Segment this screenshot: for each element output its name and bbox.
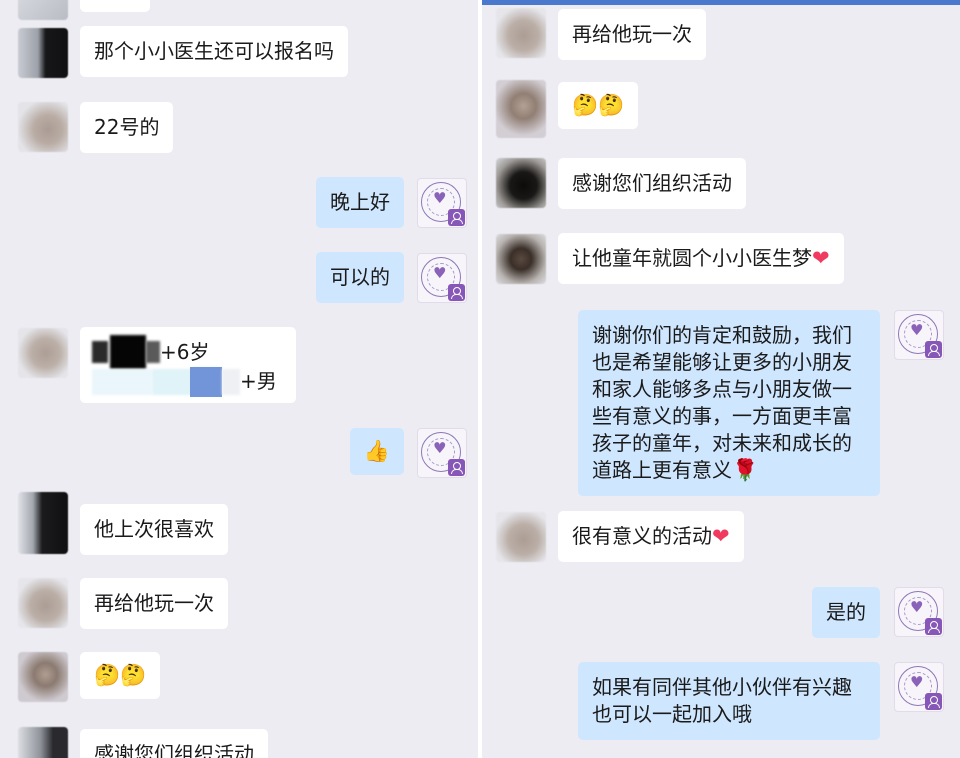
user-badge-icon — [448, 284, 465, 301]
contact-avatar[interactable] — [18, 492, 68, 554]
message-text: 是的 — [826, 600, 866, 624]
heart-icon: ♥ — [433, 189, 447, 207]
message-text: 再给他玩一次 — [94, 591, 214, 615]
redaction-block — [110, 335, 146, 369]
contact-avatar[interactable] — [496, 234, 546, 284]
message-bubble[interactable]: 让他童年就圆个小小医生梦❤ — [558, 233, 844, 284]
message-bubble[interactable]: 感谢您们组织活动 — [80, 729, 268, 758]
message-bubble-outgoing[interactable]: 如果有同伴其他小伙伴有兴趣 也可以一起加入哦 — [578, 662, 880, 740]
rose-icon: 🌹 — [732, 458, 759, 482]
contact-avatar[interactable] — [18, 578, 68, 628]
message-text-visible: +男 — [240, 369, 277, 393]
message-line: 些有意义的事，一方面更丰富 — [592, 404, 852, 428]
message-bubble[interactable]: 他上次很喜欢 — [80, 504, 228, 555]
chat-panel-right: 再给他玩一次 🤔🤔 感谢您们组织活动 让他童年就圆个小小医生梦❤ 谢谢你们的肯定… — [482, 0, 960, 758]
contact-avatar[interactable] — [18, 28, 68, 78]
top-accent-bar — [482, 0, 960, 5]
org-logo-avatar[interactable]: ♥ — [417, 428, 467, 478]
message-line: 如果有同伴其他小伙伴有兴趣 — [592, 675, 852, 699]
user-badge-icon — [925, 618, 942, 635]
message-text: 22号的 — [94, 115, 160, 139]
message-bubble-partial[interactable] — [80, 0, 150, 12]
contact-avatar[interactable] — [18, 0, 68, 20]
message-bubble[interactable]: 那个小小医生还可以报名吗 — [80, 26, 348, 77]
message-bubble[interactable]: 再给他玩一次 — [80, 578, 228, 629]
redaction-block — [92, 369, 152, 395]
thumbs-up-icon: 👍 — [363, 439, 390, 463]
contact-avatar[interactable] — [18, 727, 68, 758]
heart-icon: ♥ — [910, 321, 924, 339]
message-text: 再给他玩一次 — [572, 22, 692, 46]
message-bubble[interactable]: 感谢您们组织活动 — [558, 158, 746, 209]
thinking-face-icon: 🤔🤔 — [94, 663, 147, 687]
contact-avatar[interactable] — [18, 652, 68, 702]
redaction-block — [190, 367, 222, 397]
message-line: 和家人能够多点与小朋友做一 — [592, 377, 852, 401]
thinking-face-icon: 🤔🤔 — [572, 93, 625, 117]
redaction-block — [152, 369, 192, 395]
message-bubble[interactable]: 🤔🤔 — [558, 82, 639, 129]
redaction-block — [92, 341, 108, 363]
message-bubble-outgoing[interactable]: 👍 — [349, 428, 404, 475]
message-line: 也是希望能够让更多的小朋友 — [592, 350, 852, 374]
message-bubble[interactable]: 🤔🤔 — [80, 652, 161, 699]
contact-avatar[interactable] — [496, 158, 546, 208]
user-badge-icon — [925, 341, 942, 358]
contact-avatar[interactable] — [18, 328, 68, 378]
message-bubble-outgoing[interactable]: 可以的 — [316, 252, 404, 303]
heart-icon: ♥ — [910, 673, 924, 691]
message-bubble-redacted[interactable]: +6岁 +男 — [80, 327, 296, 403]
redaction-block — [222, 369, 240, 395]
message-line: 谢谢你们的肯定和鼓励，我们 — [592, 323, 852, 347]
message-bubble[interactable]: 很有意义的活动❤ — [558, 511, 744, 562]
message-text: 晚上好 — [330, 190, 390, 214]
message-text: 那个小小医生还可以报名吗 — [94, 39, 334, 63]
message-bubble[interactable]: 再给他玩一次 — [558, 9, 706, 60]
redaction-block — [146, 341, 160, 363]
org-logo-avatar[interactable]: ♥ — [894, 310, 944, 360]
contact-avatar[interactable] — [496, 512, 546, 562]
message-text: 感谢您们组织活动 — [94, 742, 254, 758]
message-bubble-outgoing[interactable]: 晚上好 — [316, 177, 404, 228]
message-text: 可以的 — [330, 265, 390, 289]
message-text: 让他童年就圆个小小医生梦 — [572, 246, 812, 270]
org-logo-avatar[interactable]: ♥ — [417, 178, 467, 228]
user-badge-icon — [448, 209, 465, 226]
message-line: 也可以一起加入哦 — [592, 702, 752, 726]
org-logo-avatar[interactable]: ♥ — [894, 587, 944, 637]
org-logo-avatar[interactable]: ♥ — [894, 662, 944, 712]
heart-icon: ♥ — [433, 264, 447, 282]
contact-avatar[interactable] — [496, 8, 546, 58]
message-text: 很有意义的活动 — [572, 524, 712, 548]
heart-icon: ❤ — [712, 524, 730, 548]
user-badge-icon — [925, 693, 942, 710]
message-line: 孩子的童年，对未来和成长的 — [592, 431, 852, 455]
message-text: 感谢您们组织活动 — [572, 171, 732, 195]
message-line: 道路上更有意义 — [592, 458, 732, 482]
message-text-visible: +6岁 — [160, 340, 210, 364]
chat-panel-left: 那个小小医生还可以报名吗 22号的 晚上好 ♥ 可以的 ♥ +6岁 +男 👍 ♥… — [0, 0, 478, 758]
heart-icon: ❤ — [812, 246, 830, 270]
heart-icon: ♥ — [910, 598, 924, 616]
org-logo-avatar[interactable]: ♥ — [417, 253, 467, 303]
message-bubble-outgoing[interactable]: 谢谢你们的肯定和鼓励，我们 也是希望能够让更多的小朋友 和家人能够多点与小朋友做… — [578, 310, 880, 496]
message-bubble-outgoing[interactable]: 是的 — [812, 587, 880, 638]
contact-avatar[interactable] — [496, 80, 546, 138]
message-bubble[interactable]: 22号的 — [80, 102, 174, 153]
contact-avatar[interactable] — [18, 102, 68, 152]
heart-icon: ♥ — [433, 439, 447, 457]
user-badge-icon — [448, 459, 465, 476]
message-text: 他上次很喜欢 — [94, 517, 214, 541]
